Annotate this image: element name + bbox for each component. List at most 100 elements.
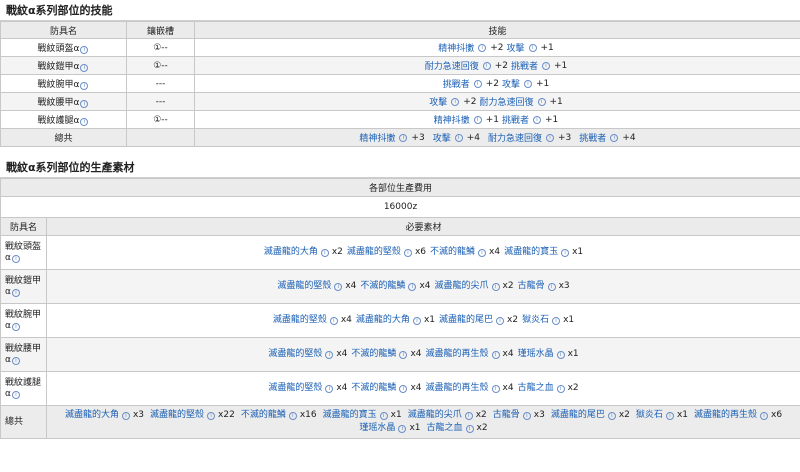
material-link[interactable]: 古龍之血 xyxy=(518,382,554,395)
info-icon[interactable]: i xyxy=(11,390,20,399)
info-icon[interactable]: i xyxy=(80,46,89,54)
skill-link[interactable]: 耐力急速回復 xyxy=(480,95,534,108)
material-link[interactable]: 滅盡龍的尖爪 xyxy=(435,280,489,293)
material-link[interactable]: 滅盡龍的堅殼 xyxy=(277,280,331,293)
info-icon[interactable]: i xyxy=(465,424,474,433)
info-icon[interactable]: i xyxy=(491,282,500,291)
info-icon[interactable]: i xyxy=(546,133,555,142)
info-icon[interactable]: i xyxy=(399,384,408,393)
skill-link[interactable]: 精神抖擻 xyxy=(438,41,474,54)
info-icon[interactable]: i xyxy=(665,411,674,420)
info-icon[interactable]: i xyxy=(11,288,20,297)
info-icon[interactable]: i xyxy=(334,282,343,291)
info-icon[interactable]: i xyxy=(528,43,537,52)
info-icon[interactable]: i xyxy=(288,411,297,420)
info-icon[interactable]: i xyxy=(80,64,89,72)
info-icon[interactable]: i xyxy=(451,97,460,106)
info-icon[interactable]: i xyxy=(496,316,505,325)
info-icon[interactable]: i xyxy=(11,356,20,365)
info-icon[interactable]: i xyxy=(556,384,565,393)
material-link[interactable]: 不滅的龍鱗 xyxy=(351,382,396,395)
skill-link[interactable]: 攻擊 xyxy=(502,77,520,90)
material-link[interactable]: 滅盡龍的再生殼 xyxy=(426,382,489,395)
material-link[interactable]: 滅盡龍的再生殼 xyxy=(694,409,757,422)
material-link[interactable]: 瑾瑶水晶 xyxy=(518,348,554,361)
material-link[interactable]: 不滅的龍鱗 xyxy=(360,280,405,293)
material-link[interactable]: 滅盡龍的大角 xyxy=(264,246,318,259)
info-icon[interactable]: i xyxy=(524,79,533,88)
material-link[interactable]: 滅盡龍的大角 xyxy=(356,314,410,327)
material-link[interactable]: 古龍骨 xyxy=(493,409,520,422)
material-link[interactable]: 滅盡龍的堅殼 xyxy=(150,409,204,422)
info-icon[interactable]: i xyxy=(561,248,570,257)
info-icon[interactable]: i xyxy=(542,61,551,70)
skill-link[interactable]: 挑戰者 xyxy=(502,113,529,126)
info-icon[interactable]: i xyxy=(379,411,388,420)
material-link[interactable]: 滅盡龍的寶玉 xyxy=(323,409,377,422)
info-icon[interactable]: i xyxy=(478,248,487,257)
info-icon[interactable]: i xyxy=(80,82,89,90)
info-icon[interactable]: i xyxy=(607,411,616,420)
material-link[interactable]: 獄炎石 xyxy=(522,314,549,327)
material-link[interactable]: 不滅的龍鱗 xyxy=(351,348,396,361)
skill-link[interactable]: 攻擊 xyxy=(507,41,525,54)
info-icon[interactable]: i xyxy=(325,384,334,393)
info-icon[interactable]: i xyxy=(454,133,463,142)
info-icon[interactable]: i xyxy=(11,254,20,263)
info-icon[interactable]: i xyxy=(80,118,89,126)
info-icon[interactable]: i xyxy=(478,43,487,52)
material-link[interactable]: 滅盡龍的寶玉 xyxy=(504,246,558,259)
info-icon[interactable]: i xyxy=(408,282,417,291)
material-link[interactable]: 滅盡龍的堅殼 xyxy=(268,348,322,361)
info-icon[interactable]: i xyxy=(491,384,500,393)
material-link[interactable]: 滅盡龍的再生殼 xyxy=(426,348,489,361)
skill-link[interactable]: 挑戰者 xyxy=(511,59,538,72)
info-icon[interactable]: i xyxy=(610,133,619,142)
info-icon[interactable]: i xyxy=(329,316,338,325)
skill-link[interactable]: 挑戰者 xyxy=(579,131,606,144)
info-icon[interactable]: i xyxy=(533,115,542,124)
material-link[interactable]: 滅盡龍的尖爪 xyxy=(408,409,462,422)
material-link[interactable]: 滅盡龍的堅殼 xyxy=(347,246,401,259)
info-icon[interactable]: i xyxy=(473,79,482,88)
info-icon[interactable]: i xyxy=(399,350,408,359)
info-icon[interactable]: i xyxy=(473,115,482,124)
info-icon[interactable]: i xyxy=(398,424,407,433)
material-link[interactable]: 獄炎石 xyxy=(636,409,663,422)
skill-link[interactable]: 挑戰者 xyxy=(443,77,470,90)
info-icon[interactable]: i xyxy=(491,350,500,359)
info-icon[interactable]: i xyxy=(403,248,412,257)
material-link[interactable]: 滅盡龍的堅殼 xyxy=(268,382,322,395)
info-icon[interactable]: i xyxy=(207,411,216,420)
info-icon[interactable]: i xyxy=(547,282,556,291)
material-link[interactable]: 滅盡龍的大角 xyxy=(65,409,119,422)
skill-link[interactable]: 攻擊 xyxy=(433,131,451,144)
info-icon[interactable]: i xyxy=(412,316,421,325)
info-icon[interactable]: i xyxy=(760,411,769,420)
info-icon[interactable]: i xyxy=(482,61,491,70)
material-link[interactable]: 古龍骨 xyxy=(518,280,545,293)
material-link[interactable]: 滅盡龍的尾巴 xyxy=(439,314,493,327)
skill-link[interactable]: 精神抖擻 xyxy=(359,131,395,144)
material-link[interactable]: 滅盡龍的尾巴 xyxy=(551,409,605,422)
info-icon[interactable]: i xyxy=(11,322,20,331)
info-icon[interactable]: i xyxy=(552,316,561,325)
skill-link[interactable]: 耐力急速回復 xyxy=(488,131,542,144)
material-link[interactable]: 瑾瑶水晶 xyxy=(359,422,395,435)
material-link[interactable]: 古龍之血 xyxy=(427,422,463,435)
info-icon[interactable]: i xyxy=(325,350,334,359)
skill-link[interactable]: 攻擊 xyxy=(429,95,447,108)
info-icon[interactable]: i xyxy=(320,248,329,257)
info-icon[interactable]: i xyxy=(464,411,473,420)
info-icon[interactable]: i xyxy=(80,100,89,108)
info-icon[interactable]: i xyxy=(399,133,408,142)
skill-link[interactable]: 精神抖擻 xyxy=(434,113,470,126)
skill-link[interactable]: 耐力急速回復 xyxy=(425,59,479,72)
material-link[interactable]: 不滅的龍鱗 xyxy=(241,409,286,422)
material-link[interactable]: 不滅的龍鱗 xyxy=(430,246,475,259)
info-icon[interactable]: i xyxy=(537,97,546,106)
material-link[interactable]: 滅盡龍的堅殼 xyxy=(273,314,327,327)
info-icon[interactable]: i xyxy=(556,350,565,359)
info-icon[interactable]: i xyxy=(522,411,531,420)
info-icon[interactable]: i xyxy=(121,411,130,420)
